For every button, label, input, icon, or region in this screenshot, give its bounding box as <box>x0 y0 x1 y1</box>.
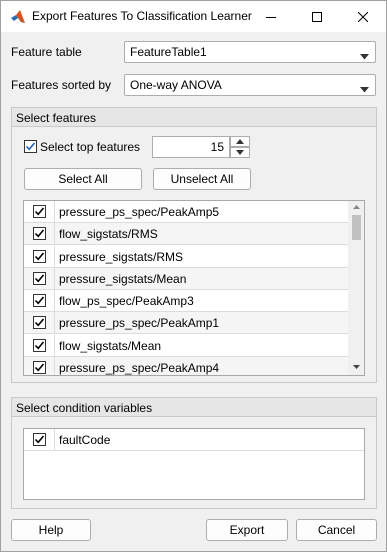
sorted-by-label: Features sorted by <box>11 78 112 92</box>
export-dialog: Export Features To Classification Learne… <box>0 0 387 552</box>
table-row[interactable]: flow_sigstats/Mean <box>24 334 349 357</box>
condition-variables-table: faultCode <box>23 428 365 500</box>
table-row[interactable]: pressure_ps_spec/PeakAmp5 <box>24 201 349 223</box>
table-row[interactable]: flow_sigstats/RMS <box>24 223 349 246</box>
export-button[interactable]: Export <box>206 519 288 541</box>
table-row[interactable]: flow_ps_spec/PeakAmp3 <box>24 290 349 312</box>
table-row[interactable]: faultCode <box>24 429 364 451</box>
features-scrollbar[interactable] <box>348 201 364 375</box>
checkbox-cell <box>24 290 55 312</box>
unselect-all-button[interactable]: Unselect All <box>153 168 251 190</box>
select-top-features-label: Select top features <box>40 140 141 154</box>
feature-table-label: Feature table <box>11 45 82 59</box>
select-features-panel: Select features Select top features 15 S… <box>11 107 377 383</box>
help-button[interactable]: Help <box>11 519 91 541</box>
minimize-button[interactable] <box>248 1 294 32</box>
row-label: pressure_sigstats/Mean <box>59 271 187 286</box>
row-checkbox[interactable] <box>33 205 46 218</box>
close-button[interactable] <box>340 1 386 32</box>
feature-table-dropdown[interactable]: FeatureTable1 <box>124 41 376 63</box>
table-row[interactable]: pressure_sigstats/Mean <box>24 267 349 290</box>
row-label: flow_sigstats/Mean <box>59 338 162 353</box>
row-label: flow_ps_spec/PeakAmp3 <box>59 294 194 308</box>
scroll-up-icon[interactable] <box>348 201 364 213</box>
checkbox-cell <box>24 267 55 290</box>
window-title: Export Features To Classification Learne… <box>32 9 252 23</box>
top-features-count-value: 15 <box>210 140 224 154</box>
matlab-icon <box>10 9 26 25</box>
top-features-count-input[interactable]: 15 <box>152 136 230 158</box>
title-bar: Export Features To Classification Learne… <box>1 1 386 32</box>
spin-up-button[interactable] <box>230 136 250 147</box>
row-label: pressure_ps_spec/PeakAmp4 <box>59 360 220 375</box>
row-checkbox[interactable] <box>33 316 46 330</box>
sorted-by-dropdown[interactable]: One-way ANOVA <box>124 74 376 96</box>
row-checkbox[interactable] <box>33 360 46 374</box>
row-label: faultCode <box>59 433 111 447</box>
table-row[interactable]: pressure_ps_spec/PeakAmp1 <box>24 312 349 335</box>
scroll-down-icon[interactable] <box>348 361 364 373</box>
checkbox-cell <box>24 245 55 268</box>
condition-variables-title: Select condition variables <box>12 398 376 417</box>
checkbox-cell <box>24 201 55 223</box>
sorted-by-value: One-way ANOVA <box>130 78 222 92</box>
select-features-title: Select features <box>12 108 376 127</box>
row-label: pressure_ps_spec/PeakAmp5 <box>59 205 220 219</box>
checkbox-cell <box>24 223 55 246</box>
row-label: pressure_ps_spec/PeakAmp1 <box>59 316 220 331</box>
chevron-down-icon <box>360 49 369 63</box>
row-checkbox[interactable] <box>33 338 46 352</box>
select-top-features-checkbox[interactable] <box>24 140 37 153</box>
row-checkbox[interactable] <box>33 227 46 241</box>
row-checkbox[interactable] <box>33 249 46 263</box>
condition-variables-panel: Select condition variables faultCode <box>11 397 377 509</box>
row-label: flow_sigstats/RMS <box>59 227 158 242</box>
checkbox-cell <box>24 334 55 357</box>
table-row[interactable]: pressure_sigstats/RMS <box>24 245 349 268</box>
checkbox-cell <box>24 312 55 335</box>
features-table: pressure_ps_spec/PeakAmp5 flow_sigstats/R… <box>23 200 365 376</box>
row-checkbox[interactable] <box>33 433 46 446</box>
maximize-button[interactable] <box>294 1 340 32</box>
checkbox-cell <box>24 429 55 451</box>
row-checkbox[interactable] <box>33 271 46 285</box>
scroll-thumb[interactable] <box>352 215 361 240</box>
table-row[interactable]: pressure_ps_spec/PeakAmp4 <box>24 356 349 375</box>
row-label: pressure_sigstats/RMS <box>59 249 184 264</box>
checkbox-cell <box>24 356 55 375</box>
row-checkbox[interactable] <box>33 294 46 307</box>
select-all-button[interactable]: Select All <box>24 168 142 190</box>
feature-table-value: FeatureTable1 <box>130 45 207 59</box>
cancel-button[interactable]: Cancel <box>296 519 377 541</box>
chevron-down-icon <box>360 82 369 96</box>
spin-down-button[interactable] <box>230 147 250 158</box>
